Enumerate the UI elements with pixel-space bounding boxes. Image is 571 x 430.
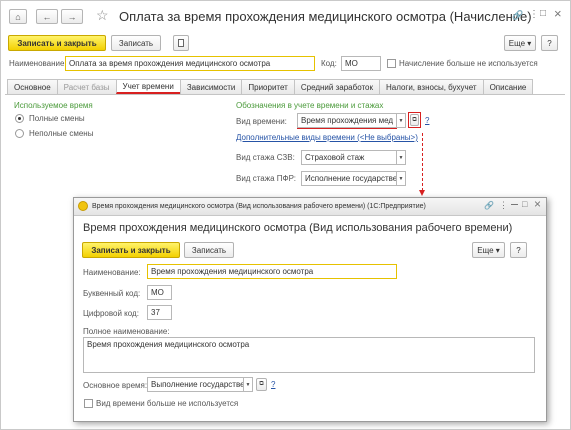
main-time-dropdown-icon[interactable]: ▼ xyxy=(244,377,253,392)
forward-arrow-icon: → xyxy=(67,11,77,22)
time-type-window: Время прохождения медицинского осмотра (… xyxy=(73,197,547,422)
tab-bar: Основное Расчет базы Учет времени Зависи… xyxy=(7,79,534,94)
sub-maximize-icon[interactable]: □ xyxy=(522,199,527,209)
sub-name-label: Наименование: xyxy=(83,268,141,277)
home-icon: ⌂ xyxy=(15,11,21,22)
letter-code-label: Буквенный код: xyxy=(83,289,141,298)
name-field[interactable]: Оплата за время прохождения медицинского… xyxy=(65,56,315,71)
open-button[interactable]: ⧉ xyxy=(410,114,419,126)
sub-unused-checkbox[interactable] xyxy=(84,399,93,408)
extra-time-types-link[interactable]: Дополнительные виды времени (<Не выбраны… xyxy=(236,133,418,142)
sub-unused-label: Вид времени больше не используется xyxy=(96,399,239,408)
main-window: ⌂ ← → ☆ Оплата за время прохождения меди… xyxy=(0,0,571,430)
full-shifts-label: Полные смены xyxy=(29,114,85,123)
document-icon xyxy=(178,39,184,47)
favorite-star-icon[interactable]: ☆ xyxy=(96,7,109,24)
partial-shifts-label: Неполные смены xyxy=(29,129,94,138)
szv-label: Вид стажа СЗВ: xyxy=(236,153,295,162)
tab-average-salary[interactable]: Средний заработок xyxy=(293,79,380,94)
sub-name-field[interactable]: Время прохождения медицинского осмотра xyxy=(147,264,397,279)
letter-code-field[interactable]: МО xyxy=(147,285,172,300)
full-name-label: Полное наименование: xyxy=(83,327,170,336)
sub-close-icon[interactable]: × xyxy=(534,197,541,211)
tab-priority[interactable]: Приоритет xyxy=(241,79,295,94)
back-button[interactable]: ← xyxy=(36,9,58,24)
time-type-help[interactable]: ? xyxy=(425,116,429,125)
main-time-field[interactable]: Выполнение государстве xyxy=(147,377,244,392)
page-title: Оплата за время прохождения медицинского… xyxy=(119,9,532,24)
tab-taxes[interactable]: Налоги, взносы, бухучет xyxy=(378,79,484,94)
unused-label: Начисление больше не используется xyxy=(399,59,538,68)
tab-time-accounting[interactable]: Учет времени xyxy=(115,79,181,94)
forward-button[interactable]: → xyxy=(61,9,83,24)
sub-titlebar: Время прохождения медицинского осмотра (… xyxy=(74,197,546,216)
sub-save-and-close-button[interactable]: Записать и закрыть xyxy=(82,242,180,258)
sub-save-button[interactable]: Записать xyxy=(184,242,234,258)
full-name-textarea[interactable]: Время прохождения медицинского осмотра xyxy=(83,337,535,373)
maximize-icon[interactable]: □ xyxy=(540,8,546,19)
help-button[interactable]: ? xyxy=(541,35,558,51)
code-label: Код: xyxy=(321,59,337,68)
time-type-field[interactable]: Время прохождения мед xyxy=(297,113,397,128)
unused-checkbox[interactable] xyxy=(387,59,396,68)
szv-field[interactable]: Страховой стаж xyxy=(301,150,397,165)
link-icon[interactable]: 🔗 xyxy=(512,10,523,21)
pfr-field[interactable]: Исполнение государстве xyxy=(301,171,397,186)
digit-code-label: Цифровой код: xyxy=(83,309,139,318)
app-logo-icon xyxy=(78,201,88,211)
szv-dropdown-icon[interactable]: ▼ xyxy=(397,150,406,165)
name-label: Наименование: xyxy=(9,59,67,68)
close-icon[interactable]: × xyxy=(554,6,562,21)
tab-description[interactable]: Описание xyxy=(482,79,534,94)
sub-heading: Время прохождения медицинского осмотра (… xyxy=(83,222,513,234)
sub-more-button[interactable]: Еще ▾ xyxy=(472,242,505,258)
home-button[interactable]: ⌂ xyxy=(9,9,27,24)
code-field[interactable]: МО xyxy=(341,56,381,71)
annotation-arrow-icon xyxy=(419,190,425,196)
main-time-help[interactable]: ? xyxy=(271,380,275,389)
tab-dependencies[interactable]: Зависимости xyxy=(179,79,243,94)
time-type-label: Вид времени: xyxy=(236,117,287,126)
save-and-close-button[interactable]: Записать и закрыть xyxy=(8,35,106,51)
sub-minimize-icon[interactable] xyxy=(511,204,518,205)
used-time-header: Используемое время xyxy=(14,101,93,110)
back-arrow-icon: ← xyxy=(42,11,52,22)
tab-base-calc[interactable]: Расчет базы xyxy=(56,79,117,94)
full-shifts-radio[interactable] xyxy=(15,114,24,123)
time-type-dropdown-icon[interactable]: ▼ xyxy=(397,113,406,128)
digit-code-field[interactable]: 37 xyxy=(147,305,172,320)
main-time-open-button[interactable]: ⧉ xyxy=(256,378,267,391)
sub-window-title: Время прохождения медицинского осмотра (… xyxy=(92,203,426,210)
open-icon: ⧉ xyxy=(412,116,417,123)
menu-icon[interactable]: ⋮ xyxy=(529,9,539,20)
sub-link-icon[interactable]: 🔗 xyxy=(484,201,494,210)
sub-menu-icon[interactable]: ⋮ xyxy=(499,200,508,211)
sub-help-button[interactable]: ? xyxy=(510,242,527,258)
annotation-dashed-line xyxy=(422,133,423,191)
tab-main[interactable]: Основное xyxy=(7,79,58,94)
save-button[interactable]: Записать xyxy=(111,35,161,51)
pfr-dropdown-icon[interactable]: ▼ xyxy=(397,171,406,186)
main-time-label: Основное время: xyxy=(83,381,148,390)
time-type-highlight xyxy=(297,128,397,129)
more-button[interactable]: Еще ▾ xyxy=(504,35,536,51)
sub-open-icon: ⧉ xyxy=(259,381,264,387)
designations-header: Обозначения в учете времени и стажах xyxy=(236,101,384,110)
partial-shifts-radio[interactable] xyxy=(15,129,24,138)
pfr-label: Вид стажа ПФР: xyxy=(236,174,296,183)
print-button[interactable] xyxy=(173,35,189,51)
